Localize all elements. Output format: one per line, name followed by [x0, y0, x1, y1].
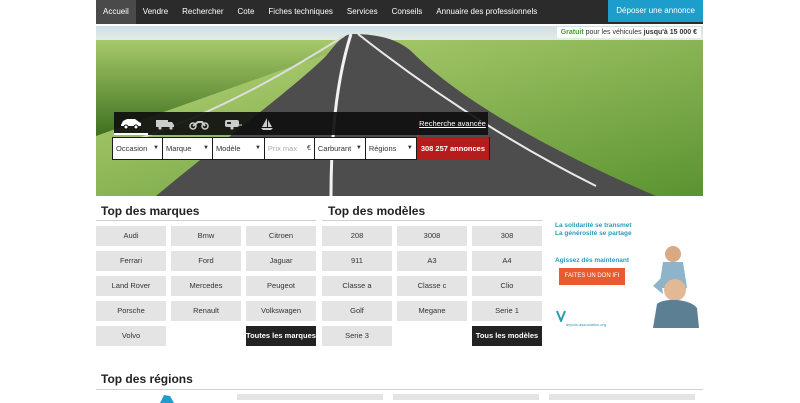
brands-divider: [96, 220, 316, 221]
nav-conseils[interactable]: Conseils: [385, 0, 430, 24]
chevron-down-icon: ▼: [406, 145, 413, 151]
brands-tile-renault[interactable]: Renault: [171, 301, 241, 321]
chevron-down-icon: ▼: [202, 145, 209, 151]
brands-tile-volkswagen[interactable]: Volkswagen: [246, 301, 316, 321]
brands-tile-mercedes[interactable]: Mercedes: [171, 276, 241, 296]
price-currency: €: [306, 145, 311, 152]
region-select[interactable]: Régions ▼: [365, 138, 416, 159]
sailboat-icon[interactable]: [250, 112, 284, 135]
nav-vendre[interactable]: Vendre: [136, 0, 175, 24]
brand-value: Marque: [165, 144, 192, 153]
models-tile-serie-1[interactable]: Serie 1: [472, 301, 542, 321]
models-tile-megane[interactable]: Megane: [397, 301, 467, 321]
ad-logo-icon: [556, 310, 566, 322]
nav-rechercher[interactable]: Rechercher: [175, 0, 230, 24]
model-value: Modèle: [215, 144, 241, 153]
models-tile-classe-a[interactable]: Classe a: [322, 276, 392, 296]
results-count-button[interactable]: 308 257 annonces: [416, 137, 490, 160]
brands-title: Top des marques: [101, 204, 200, 218]
brands-tile-audi[interactable]: Audi: [96, 226, 166, 246]
ad-line-1: La solidarité se transmet: [555, 222, 632, 229]
advanced-search-link[interactable]: Recherche avancée: [417, 112, 488, 135]
brands-tile-jaguar[interactable]: Jaguar: [246, 251, 316, 271]
models-tile-a3[interactable]: A3: [397, 251, 467, 271]
ad-line-2: La générosité se partage: [555, 230, 632, 237]
region-tile[interactable]: [549, 394, 695, 400]
brands-tile-peugeot[interactable]: Peugeot: [246, 276, 316, 296]
nav-fiches-techniques[interactable]: Fiches techniques: [261, 0, 339, 24]
models-tile-911[interactable]: 911: [322, 251, 392, 271]
donation-ad[interactable]: La solidarité se transmet La générosité s…: [553, 220, 703, 330]
brands-tile-porsche[interactable]: Porsche: [96, 301, 166, 321]
hero-banner: Gratuit pour les véhicules jusqu'à 15 00…: [96, 26, 703, 196]
brand-select[interactable]: Marque ▼: [162, 138, 212, 159]
price-placeholder: Prix max: [267, 144, 298, 153]
fuel-value: Carburant: [317, 144, 352, 153]
models-tile-308[interactable]: 308: [472, 226, 542, 246]
models-tile-golf[interactable]: Golf: [322, 301, 392, 321]
brands-tile-volvo[interactable]: Volvo: [96, 326, 166, 346]
nav-cote[interactable]: Cote: [231, 0, 262, 24]
region-tile[interactable]: [237, 394, 383, 400]
region-map-icon: [160, 395, 174, 403]
nav-services[interactable]: Services: [340, 0, 385, 24]
model-select[interactable]: Modèle ▼: [212, 138, 264, 159]
all-brands-button[interactable]: Toutes les marques: [246, 326, 316, 346]
models-tile-classe-c[interactable]: Classe c: [397, 276, 467, 296]
ad-family-photo: [653, 246, 699, 328]
models-tile-a4[interactable]: A4: [472, 251, 542, 271]
caravan-icon[interactable]: [216, 112, 250, 135]
promo-banner: Gratuit pour les véhicules jusqu'à 15 00…: [556, 27, 701, 38]
regions-divider: [96, 389, 703, 390]
ad-donate-button[interactable]: FAITES UN DON IFI: [559, 268, 625, 285]
condition-value: Occasion: [116, 144, 148, 153]
promo-text: pour les véhicules: [583, 29, 644, 36]
brands-tile-ferrari[interactable]: Ferrari: [96, 251, 166, 271]
chevron-down-icon: ▼: [355, 145, 362, 151]
motorbike-icon[interactable]: [182, 112, 216, 135]
brands-tile-citroen[interactable]: Citroen: [246, 226, 316, 246]
truck-icon[interactable]: [148, 112, 182, 135]
vehicle-type-bar: [114, 112, 417, 135]
ad-url: depuis-association.org: [566, 322, 607, 327]
price-max-input[interactable]: Prix max €: [264, 138, 314, 159]
condition-select[interactable]: Occasion ▼: [113, 138, 162, 159]
car-icon[interactable]: [114, 112, 148, 135]
models-tile-3008[interactable]: 3008: [397, 226, 467, 246]
search-bar: Occasion ▼ Marque ▼ Modèle ▼ Prix max € Carb…: [112, 137, 490, 160]
models-tile-clio[interactable]: Clio: [472, 276, 542, 296]
chevron-down-icon: ▼: [254, 145, 261, 151]
promo-limit: jusqu'à 15 000 €: [643, 29, 697, 36]
ad-call-to-action: Agissez dès maintenant: [555, 257, 630, 264]
ad-headline: La solidarité se transmet La générosité s…: [555, 222, 632, 238]
models-tile-serie-3[interactable]: Serie 3: [322, 326, 392, 346]
region-value: Régions: [368, 144, 397, 153]
region-tile[interactable]: [393, 394, 539, 400]
brands-tile-land-rover[interactable]: Land Rover: [96, 276, 166, 296]
fuel-select[interactable]: Carburant ▼: [314, 138, 365, 159]
models-divider: [322, 220, 543, 221]
brands-tile-bmw[interactable]: Bmw: [171, 226, 241, 246]
nav-accueil[interactable]: Accueil: [96, 0, 136, 24]
regions-title: Top des régions: [101, 372, 193, 386]
all-models-button[interactable]: Tous les modèles: [472, 326, 542, 346]
road-illustration: [96, 26, 703, 196]
promo-free: Gratuit: [560, 29, 584, 36]
nav-annuaire[interactable]: Annuaire des professionnels: [429, 0, 544, 24]
top-nav: Accueil Vendre Rechercher Cote Fiches te…: [96, 0, 703, 24]
brands-tile-ford[interactable]: Ford: [171, 251, 241, 271]
chevron-down-icon: ▼: [153, 145, 159, 151]
models-title: Top des modèles: [328, 204, 426, 218]
post-ad-button[interactable]: Déposer une annonce: [608, 0, 703, 22]
models-tile-208[interactable]: 208: [322, 226, 392, 246]
